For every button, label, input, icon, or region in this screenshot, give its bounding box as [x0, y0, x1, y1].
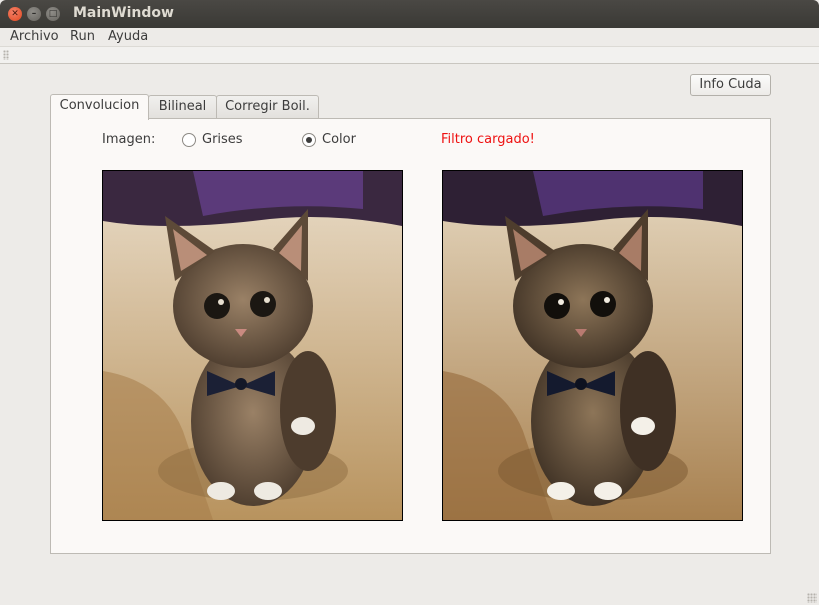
- kitten-photo-icon: [103, 171, 402, 520]
- title-bar: ✕ – □ MainWindow: [0, 0, 819, 28]
- tab-convolucion[interactable]: Convolucion: [50, 94, 149, 120]
- tab-corregir-boil[interactable]: Corregir Boil.: [216, 95, 319, 119]
- info-cuda-button[interactable]: Info Cuda: [690, 74, 771, 96]
- menu-bar: Archivo Run Ayuda: [0, 28, 819, 46]
- original-image: [102, 170, 403, 521]
- radio-grises[interactable]: [182, 133, 196, 147]
- kitten-photo-filtered-icon: [443, 171, 742, 520]
- menu-ayuda[interactable]: Ayuda: [108, 29, 148, 44]
- radio-color[interactable]: [302, 133, 316, 147]
- menu-run[interactable]: Run: [70, 29, 95, 44]
- radio-grises-label[interactable]: Grises: [202, 132, 243, 147]
- resize-grip-icon[interactable]: [807, 593, 817, 603]
- close-icon[interactable]: ✕: [8, 7, 22, 21]
- menu-archivo[interactable]: Archivo: [10, 29, 59, 44]
- radio-color-label[interactable]: Color: [322, 132, 356, 147]
- minimize-icon[interactable]: –: [27, 7, 41, 21]
- status-message: Filtro cargado!: [441, 132, 535, 147]
- toolbar-grip-icon[interactable]: [3, 50, 9, 60]
- maximize-icon[interactable]: □: [46, 7, 60, 21]
- filtered-image: [442, 170, 743, 521]
- image-mode-label: Imagen:: [102, 132, 156, 147]
- tab-bilineal[interactable]: Bilineal: [148, 95, 217, 119]
- window-title: MainWindow: [73, 5, 174, 21]
- toolbar: [0, 46, 819, 64]
